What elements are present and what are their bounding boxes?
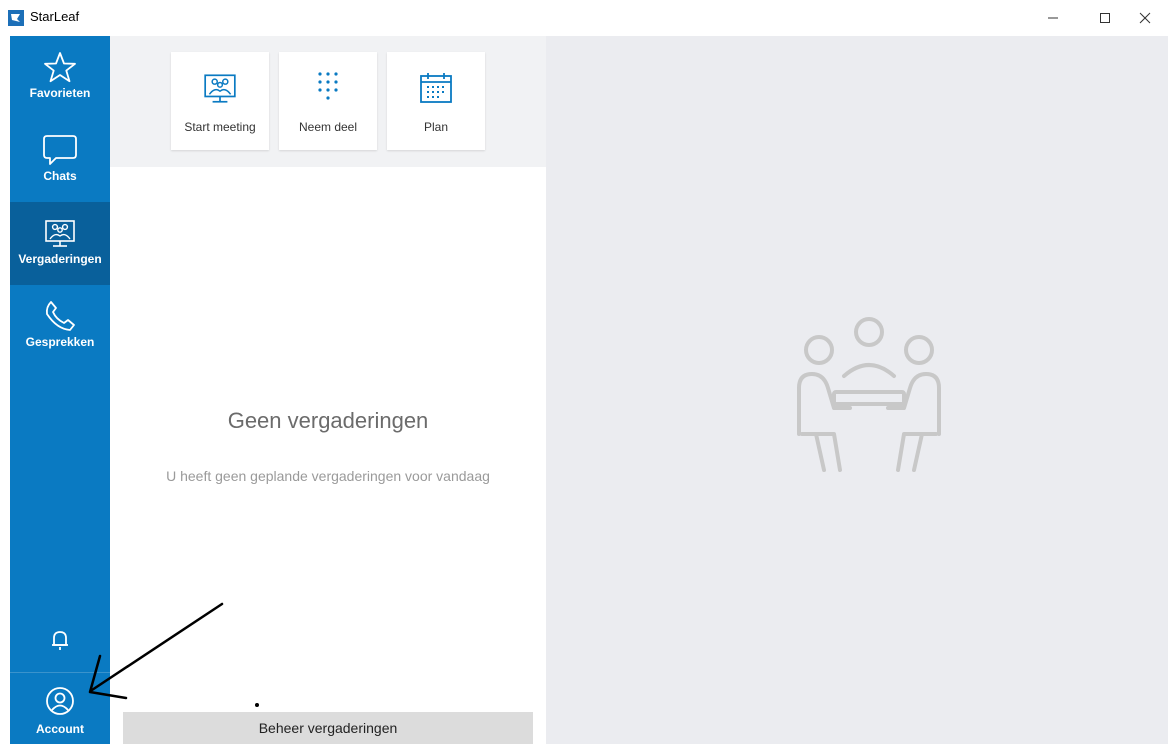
meetings-panel: Start meeting Neem deel Plan Geen vergad…	[110, 36, 546, 744]
action-label: Neem deel	[298, 120, 358, 134]
sidebar-item-label: Chats	[43, 169, 77, 183]
dialpad-icon	[318, 72, 338, 100]
meeting-icon	[45, 220, 75, 247]
sidebar-item-label: Favorieten	[29, 86, 91, 100]
meeting-illustration-icon	[797, 317, 941, 472]
manage-meetings-button[interactable]: Beheer vergaderingen	[123, 712, 533, 744]
star-icon	[44, 52, 76, 83]
annotation-dot	[255, 703, 259, 707]
title-bar: StarLeaf	[0, 0, 1168, 36]
sidebar-item-favorieten[interactable]: Favorieten	[10, 36, 110, 119]
sidebar-item-label: Gesprekken	[25, 335, 95, 349]
detail-panel	[546, 36, 1168, 744]
join-meeting-button[interactable]: Neem deel	[279, 52, 377, 150]
sidebar-item-label: Vergaderingen	[18, 252, 102, 266]
calendar-icon	[420, 73, 452, 103]
plan-button[interactable]: Plan	[387, 52, 485, 150]
action-label: Start meeting	[184, 120, 256, 134]
meeting-icon	[204, 74, 236, 103]
action-label: Plan	[423, 120, 449, 134]
sidebar-item-gesprekken[interactable]: Gesprekken	[10, 285, 110, 368]
starleaf-logo-icon	[8, 10, 24, 26]
action-bar: Start meeting Neem deel Plan	[110, 36, 546, 167]
sidebar-item-vergaderingen[interactable]: Vergaderingen	[10, 202, 110, 285]
sidebar: Favorieten Chats Vergaderingen Gesprekke…	[10, 36, 110, 744]
divider	[10, 672, 110, 673]
sidebar-item-chats[interactable]: Chats	[10, 119, 110, 202]
close-button[interactable]	[1122, 0, 1168, 36]
account-label: Account	[36, 722, 84, 736]
window-title: StarLeaf	[30, 9, 80, 24]
empty-state-title: Geen vergaderingen	[227, 408, 429, 433]
minimize-button[interactable]	[1030, 0, 1076, 36]
notifications-button[interactable]	[10, 620, 110, 660]
start-meeting-button[interactable]: Start meeting	[171, 52, 269, 150]
bell-icon	[52, 631, 68, 650]
close-icon	[1139, 12, 1151, 24]
empty-state-subtitle: U heeft geen geplande vergaderingen voor…	[166, 468, 490, 484]
minimize-icon	[1048, 17, 1058, 19]
chat-bubble-icon	[43, 135, 77, 165]
account-button[interactable]: Account	[10, 682, 110, 744]
user-circle-icon	[46, 687, 74, 715]
maximize-icon	[1100, 13, 1110, 23]
phone-icon	[45, 301, 75, 331]
